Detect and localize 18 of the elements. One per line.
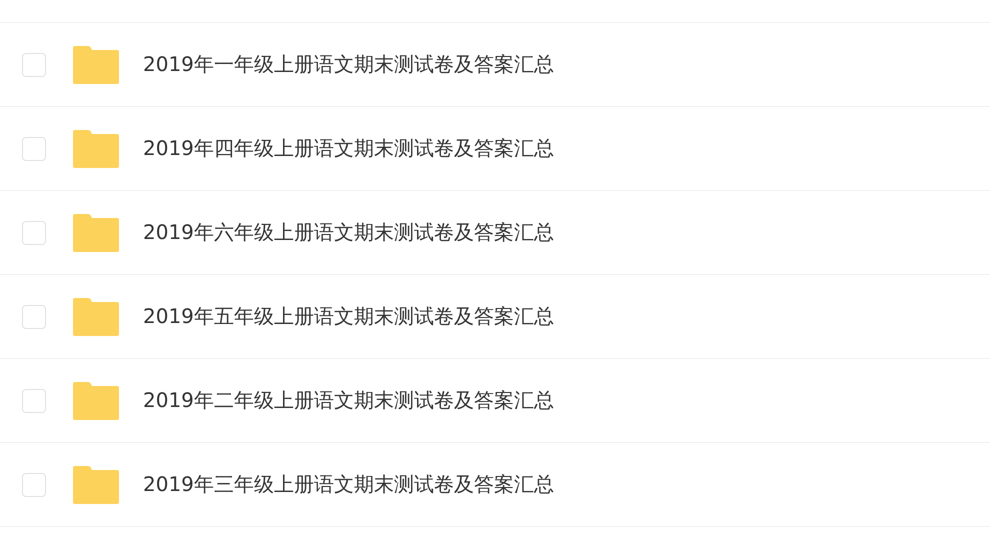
folder-icon	[71, 464, 121, 504]
checkbox[interactable]	[22, 388, 46, 412]
folder-icon	[71, 380, 121, 420]
folder-icon	[71, 212, 121, 252]
folder-name[interactable]: 2019年二年级上册语文期末测试卷及答案汇总	[143, 387, 554, 414]
checkbox[interactable]	[22, 304, 46, 328]
folder-name[interactable]: 2019年三年级上册语文期末测试卷及答案汇总	[143, 471, 554, 498]
checkbox[interactable]	[22, 220, 46, 244]
folder-name[interactable]: 2019年四年级上册语文期末测试卷及答案汇总	[143, 135, 554, 162]
folder-name[interactable]: 2019年六年级上册语文期末测试卷及答案汇总	[143, 219, 554, 246]
folder-icon	[71, 44, 121, 84]
checkbox[interactable]	[22, 136, 46, 160]
checkbox[interactable]	[22, 472, 46, 496]
folder-name[interactable]: 2019年一年级上册语文期末测试卷及答案汇总	[143, 51, 554, 78]
checkbox[interactable]	[22, 52, 46, 76]
folder-icon	[71, 296, 121, 336]
folder-name[interactable]: 2019年五年级上册语文期末测试卷及答案汇总	[143, 303, 554, 330]
folder-icon	[71, 128, 121, 168]
